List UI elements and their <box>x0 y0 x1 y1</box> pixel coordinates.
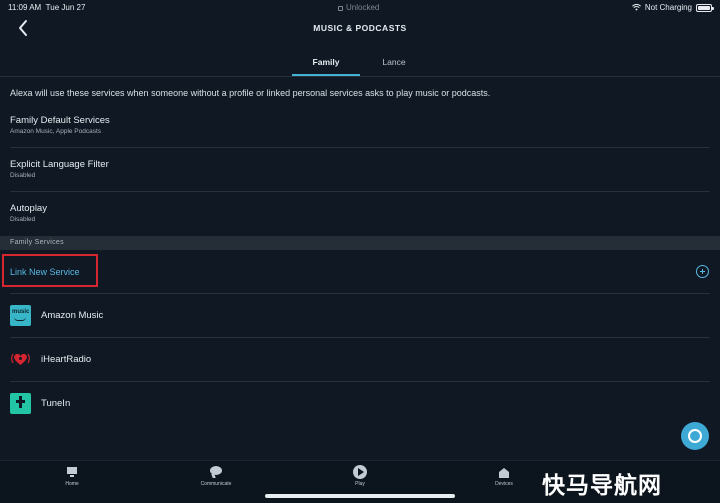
nav-play[interactable]: Play <box>325 465 395 487</box>
service-tunein[interactable]: TuneIn <box>0 388 720 420</box>
divider <box>10 293 710 294</box>
service-iheartradio[interactable]: iHeartRadio <box>0 344 720 376</box>
nav-home[interactable]: Home <box>37 465 107 487</box>
charging-status: Not Charging <box>644 3 692 12</box>
status-bar: 11:09 AM Tue Jun 27 Unlocked Not Chargin… <box>0 0 720 14</box>
divider <box>10 381 710 382</box>
lock-icon <box>338 6 343 11</box>
tunein-icon <box>10 393 31 414</box>
play-icon <box>353 465 367 479</box>
amazon-music-icon: music <box>10 305 31 326</box>
setting-explicit-language-filter[interactable]: Explicit Language Filter Disabled <box>0 158 720 192</box>
setting-subtitle: Disabled <box>10 172 36 179</box>
devices-icon <box>497 465 511 479</box>
home-icon <box>65 465 79 479</box>
setting-autoplay[interactable]: Autoplay Disabled <box>0 202 720 234</box>
add-circle-icon[interactable] <box>696 265 709 278</box>
amazon-smile <box>14 317 26 321</box>
divider <box>10 191 710 192</box>
watermark-text: 快马导航网 <box>542 473 662 499</box>
setting-title: Family Default Services <box>10 115 110 126</box>
iheartradio-icon <box>11 353 30 365</box>
battery-icon <box>696 3 714 12</box>
divider <box>10 337 710 338</box>
page-title: MUSIC & PODCASTS <box>313 23 407 33</box>
nav-label: Play <box>355 481 365 487</box>
home-indicator[interactable] <box>265 494 455 498</box>
setting-title: Autoplay <box>10 203 47 214</box>
status-lock-label: Unlocked <box>346 3 380 12</box>
tabs-divider <box>0 76 720 77</box>
status-lock: Unlocked <box>338 3 379 12</box>
section-header-family-services: Family Services <box>0 236 720 250</box>
status-time: 11:09 AM <box>8 3 42 12</box>
service-name: iHeartRadio <box>41 354 92 365</box>
service-name: TuneIn <box>41 398 71 409</box>
link-new-service-label: Link New Service <box>10 267 80 277</box>
status-date: Tue Jun 27 <box>45 3 86 12</box>
wifi-icon <box>631 4 641 11</box>
setting-family-default-services[interactable]: Family Default Services Amazon Music, Ap… <box>0 114 720 148</box>
status-time-date: 11:09 AM Tue Jun 27 <box>8 3 85 12</box>
chat-icon <box>209 465 223 479</box>
setting-subtitle: Disabled <box>10 216 36 223</box>
service-amazon-music[interactable]: music Amazon Music <box>0 300 720 332</box>
setting-subtitle: Amazon Music, Apple Podcasts <box>10 128 102 135</box>
intro-text: Alexa will use these services when someo… <box>10 88 491 98</box>
tunein-plus-shape <box>16 396 25 408</box>
setting-title: Explicit Language Filter <box>10 159 109 170</box>
nav-label: Communicate <box>200 481 232 487</box>
nav-devices[interactable]: Devices <box>469 465 539 487</box>
amazon-music-logo-text: music <box>12 309 30 315</box>
nav-communicate[interactable]: Communicate <box>181 465 251 487</box>
status-right: Not Charging <box>631 3 714 12</box>
link-new-service-button[interactable]: Link New Service <box>2 254 98 287</box>
tab-lance[interactable]: Lance <box>360 48 428 76</box>
nav-label: Home <box>65 481 79 487</box>
alexa-voice-button[interactable] <box>681 422 709 450</box>
header: MUSIC & PODCASTS <box>0 14 720 44</box>
service-name: Amazon Music <box>41 310 104 321</box>
tab-bar: Family Lance <box>0 48 720 76</box>
nav-label: Devices <box>495 481 513 487</box>
divider <box>10 147 710 148</box>
tab-family[interactable]: Family <box>292 48 360 76</box>
